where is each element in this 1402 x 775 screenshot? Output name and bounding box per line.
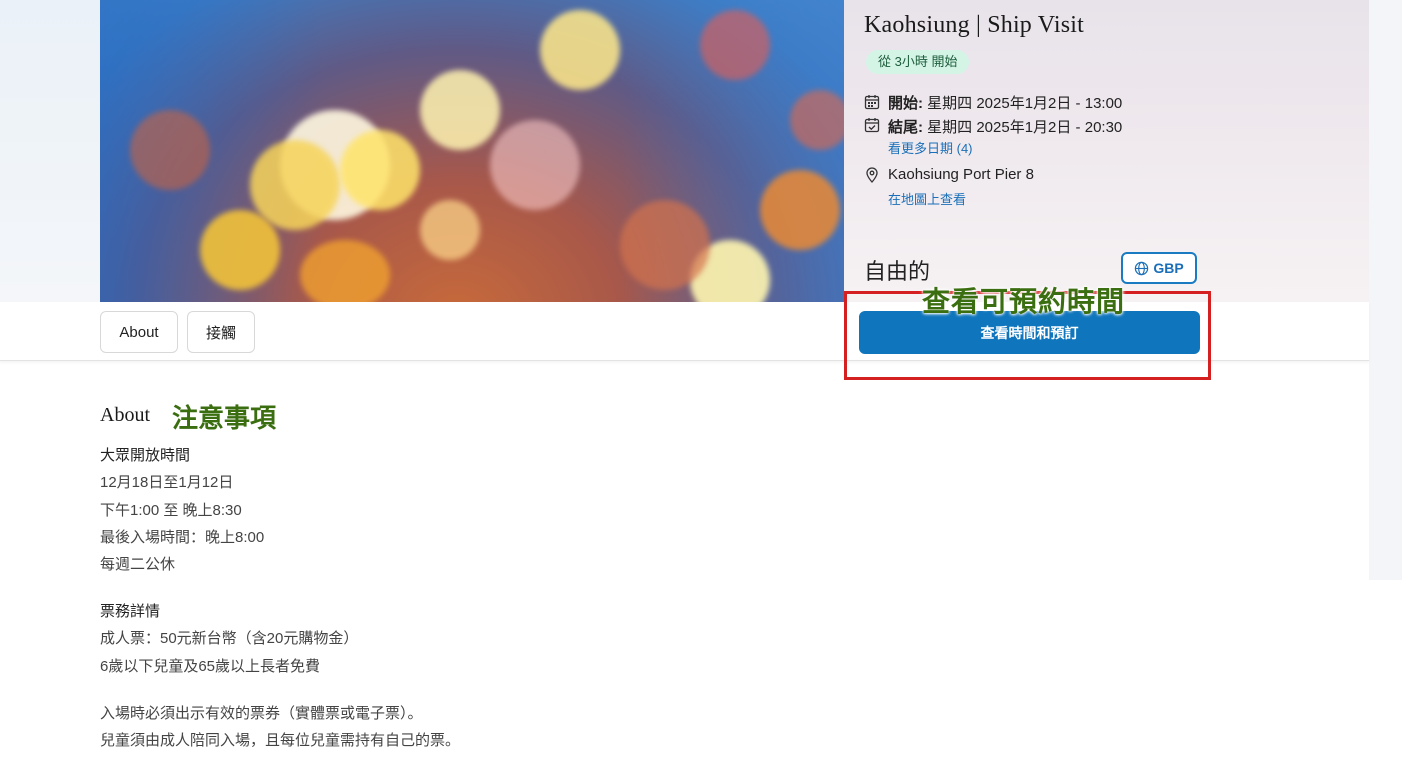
page-backdrop-left xyxy=(0,0,100,302)
currency-label: GBP xyxy=(1153,260,1184,276)
opening-line: 每週二公休 xyxy=(100,556,176,573)
view-on-map-link[interactable]: 在地圖上查看 xyxy=(888,189,966,208)
opening-line: 下午1:00 至 晚上8:30 xyxy=(100,502,242,519)
opening-line: 最後入場時間：晚上8:00 xyxy=(100,529,265,546)
price-label: 自由的 xyxy=(864,259,931,284)
tab-contact[interactable]: 接觸 xyxy=(187,311,255,353)
duration-badge: 從 3小時 開始 xyxy=(866,50,970,74)
event-hero-image xyxy=(100,0,844,302)
start-time-row: 開始: 星期四 2025年1月2日 - 13:00 xyxy=(888,95,1123,112)
annotation-about-note: 注意事項 xyxy=(172,404,277,434)
more-dates-link[interactable]: 看更多日期 (4) xyxy=(888,138,973,157)
location-text: Kaohsiung Port Pier 8 xyxy=(888,166,1034,183)
globe-icon xyxy=(1135,261,1149,275)
ticket-line: 成人票：50元新台幣（含20元購物金） xyxy=(100,630,359,647)
ticket-details-heading: 票務詳情 xyxy=(100,603,161,620)
end-time-row: 結尾: 星期四 2025年1月2日 - 20:30 xyxy=(888,119,1123,136)
ticket-line: 6歲以下兒童及65歲以上長者免費 xyxy=(100,658,321,675)
currency-button[interactable]: GBP xyxy=(1121,252,1197,284)
entry-note: 兒童須由成人陪同入場，且每位兒童需持有自己的票。 xyxy=(100,732,461,749)
calendar-check-icon xyxy=(864,118,880,133)
map-pin-icon xyxy=(866,167,878,183)
about-heading: About xyxy=(100,404,150,426)
entry-note: 入場時必須出示有效的票券（實體票或電子票）。 xyxy=(100,705,423,722)
calendar-icon xyxy=(864,95,880,110)
annotation-booking-note: 查看可預約時間 xyxy=(922,285,1126,318)
tab-about[interactable]: About xyxy=(100,311,178,353)
event-title: Kaohsiung | Ship Visit xyxy=(864,12,1085,38)
opening-hours-heading: 大眾開放時間 xyxy=(100,447,191,464)
page-backdrop-right xyxy=(1369,0,1402,580)
opening-line: 12月18日至1月12日 xyxy=(100,474,234,491)
